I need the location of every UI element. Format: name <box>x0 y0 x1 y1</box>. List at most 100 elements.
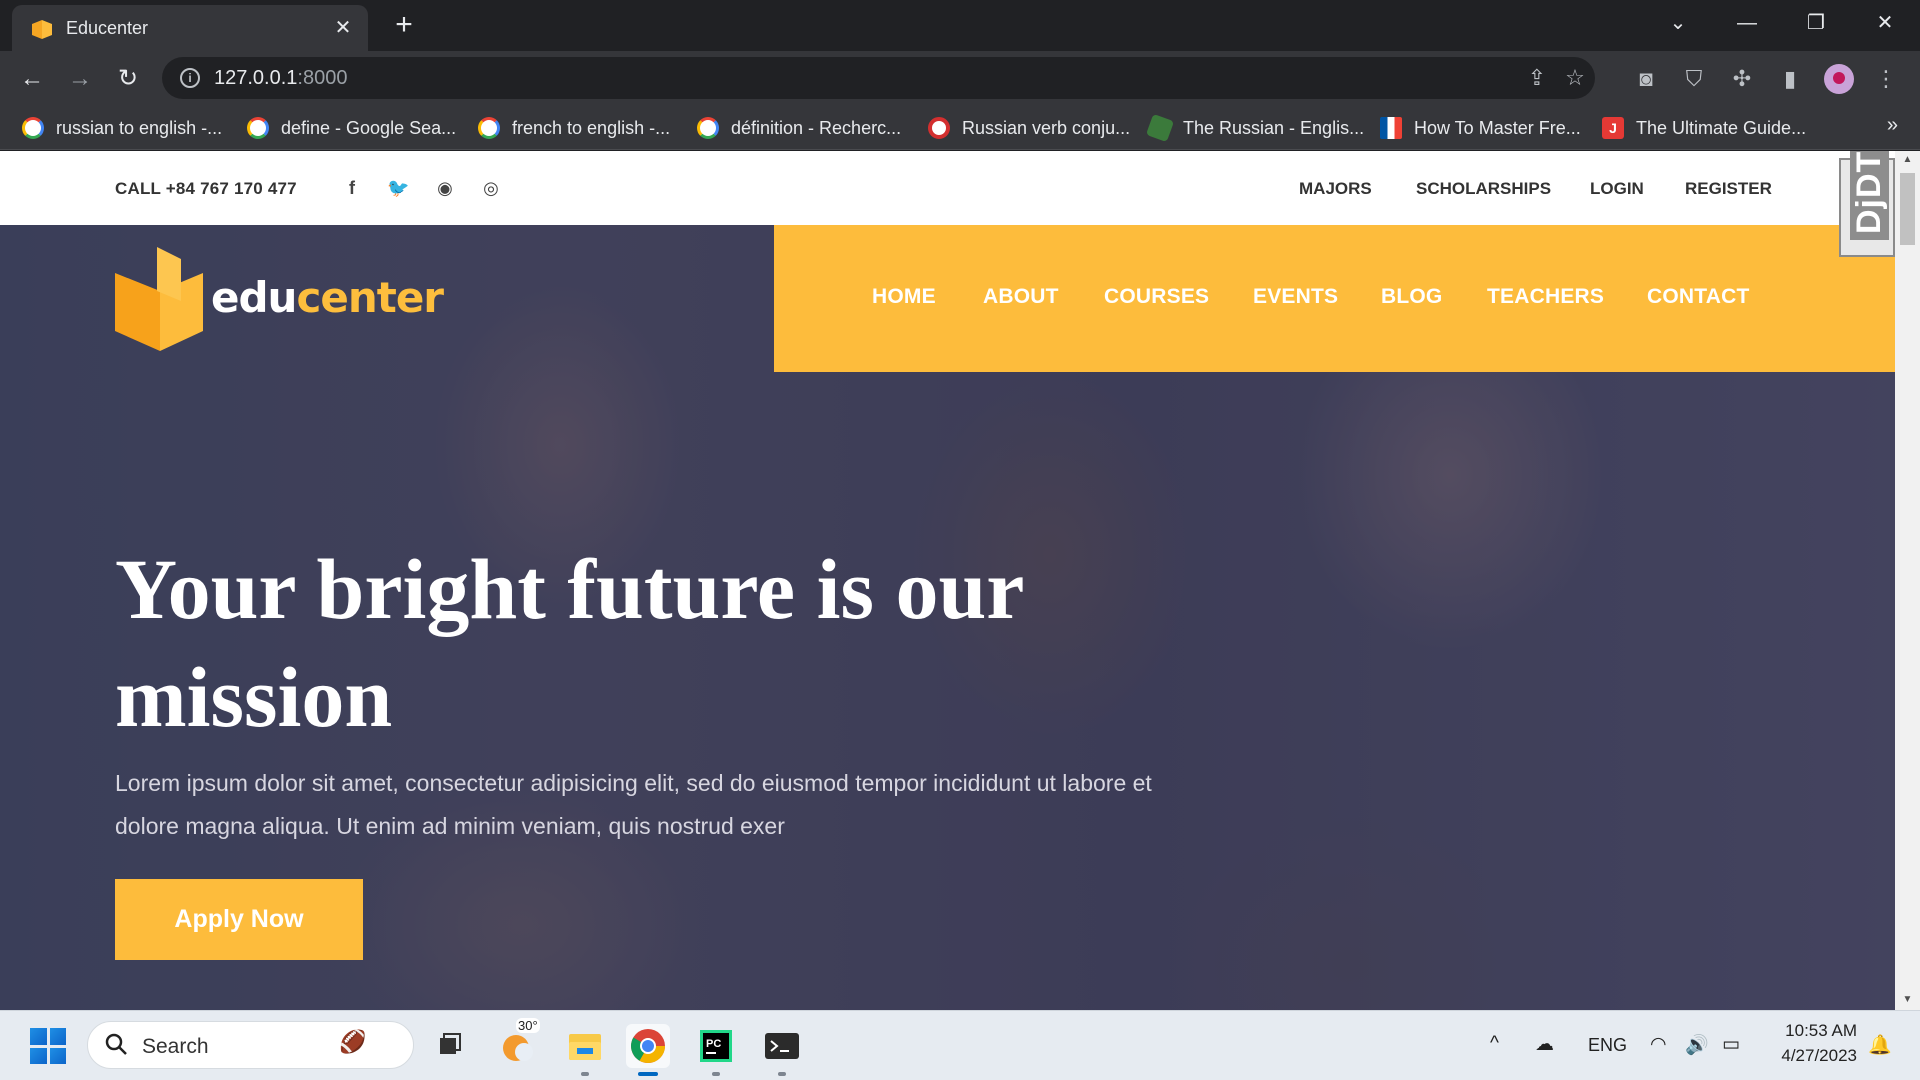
logo-box-icon <box>115 247 203 351</box>
site-logo[interactable]: educenter <box>115 247 444 357</box>
nav-blog[interactable]: BLOG <box>1381 285 1442 309</box>
chrome-taskbar-icon[interactable] <box>626 1024 670 1076</box>
bookmark-item[interactable]: The Russian - Englis... <box>1145 113 1364 143</box>
google-icon <box>247 117 269 139</box>
url-text[interactable]: 127.0.0.1:8000 <box>214 67 347 90</box>
nav-events[interactable]: EVENTS <box>1253 285 1338 309</box>
task-view-icon[interactable] <box>428 1024 472 1068</box>
bookmark-label: define - Google Sea... <box>281 117 457 138</box>
svg-text:PC: PC <box>706 1038 721 1050</box>
bookmark-item[interactable]: define - Google Sea... <box>247 114 456 142</box>
onedrive-cloud-icon[interactable]: ☁ <box>1535 1033 1554 1056</box>
browser-toolbar: ← → ↻ i 127.0.0.1:8000 ⇪ ☆ ◙ ⛉ ✣ ▮ ⋮ <box>0 51 1920 105</box>
bookmarks-overflow-icon[interactable]: » <box>1887 114 1898 137</box>
search-icon <box>105 1033 127 1055</box>
minimize-icon[interactable]: — <box>1724 6 1770 40</box>
topbar-link-login[interactable]: LOGIN <box>1590 179 1644 199</box>
hero-title: Your bright future is our mission <box>115 541 1023 745</box>
apply-now-button[interactable]: Apply Now <box>115 879 363 960</box>
windows-start-icon[interactable] <box>30 1028 66 1064</box>
forward-icon[interactable]: → <box>64 63 96 95</box>
restore-icon[interactable]: ❐ <box>1793 6 1839 40</box>
pycharm-icon[interactable]: PC <box>694 1024 738 1076</box>
extensions-puzzle-icon[interactable]: ✣ <box>1728 65 1756 93</box>
reload-icon[interactable]: ↻ <box>112 63 144 95</box>
clock-time[interactable]: 10:53 AM <box>1777 1021 1857 1041</box>
bookmark-star-icon[interactable]: ☆ <box>1562 65 1588 91</box>
bookmark-item[interactable]: Russian verb conju... <box>928 114 1130 142</box>
running-indicator <box>581 1072 589 1076</box>
main-navigation: HOME ABOUT COURSES EVENTS BLOG TEACHERS … <box>774 225 1895 372</box>
profile-avatar[interactable] <box>1824 64 1854 94</box>
site-topbar: CALL +84 767 170 477 f 🐦 ◉ ◎ MAJORS SCHO… <box>0 151 1895 225</box>
battery-icon[interactable]: ▭ <box>1722 1033 1740 1056</box>
nav-home[interactable]: HOME <box>872 285 936 309</box>
scroll-down-icon[interactable]: ▼ <box>1900 993 1915 1007</box>
volume-icon[interactable]: 🔊 <box>1685 1033 1709 1057</box>
side-panel-icon[interactable]: ▮ <box>1776 65 1804 93</box>
share-icon[interactable]: ⇪ <box>1524 65 1550 91</box>
taskbar-search[interactable]: Search 🏈 <box>87 1021 414 1069</box>
nav-teachers[interactable]: TEACHERS <box>1487 285 1604 309</box>
terminal-icon[interactable] <box>760 1024 804 1076</box>
bookmark-label: french to english -... <box>512 117 671 138</box>
camera-extension-icon[interactable]: ◙ <box>1632 65 1660 93</box>
taskbar: Search 🏈 30° PC ^ ☁ ENG ◠ 🔊 ▭ 10:53 AM 4… <box>0 1010 1920 1080</box>
instagram-icon[interactable]: ◎ <box>480 177 502 199</box>
j-icon: J <box>1602 117 1624 139</box>
file-explorer-icon[interactable] <box>563 1024 607 1076</box>
notification-icon[interactable]: 🔔 <box>1868 1033 1892 1057</box>
google-icon <box>478 117 500 139</box>
bookmark-item[interactable]: french to english -... <box>478 114 670 142</box>
scrollbar-thumb[interactable] <box>1900 173 1915 245</box>
nav-about[interactable]: ABOUT <box>983 285 1059 309</box>
running-indicator <box>712 1072 720 1076</box>
twitter-icon[interactable]: 🐦 <box>387 177 409 199</box>
language-indicator[interactable]: ENG <box>1588 1035 1627 1056</box>
bookmark-label: Russian verb conju... <box>962 117 1131 138</box>
window-close-icon[interactable]: ✕ <box>1862 6 1908 40</box>
google-icon <box>22 117 44 139</box>
address-bar[interactable]: i 127.0.0.1:8000 ⇪ ☆ <box>162 57 1595 99</box>
logo-wordmark: educenter <box>211 273 444 322</box>
wifi-icon[interactable]: ◠ <box>1650 1033 1667 1056</box>
nav-contact[interactable]: CONTACT <box>1647 285 1750 309</box>
menu-kebab-icon[interactable]: ⋮ <box>1872 65 1900 93</box>
site-info-icon[interactable]: i <box>180 68 200 88</box>
facebook-icon[interactable]: f <box>341 177 363 199</box>
tab-search-icon[interactable]: ⌄ <box>1655 6 1701 40</box>
bookmark-label: The Ultimate Guide... <box>1636 117 1807 138</box>
browser-tab[interactable]: Educenter ✕ <box>12 5 368 51</box>
search-label: Search <box>142 1035 209 1058</box>
django-debug-toolbar-handle[interactable]: DjDT <box>1839 151 1895 257</box>
page-viewport: CALL +84 767 170 477 f 🐦 ◉ ◎ MAJORS SCHO… <box>0 151 1920 1010</box>
back-icon[interactable]: ← <box>16 63 48 95</box>
bookmark-item[interactable]: russian to english -... <box>22 114 222 142</box>
scroll-up-icon[interactable]: ▲ <box>1900 153 1915 167</box>
clock-date[interactable]: 4/27/2023 <box>1757 1046 1857 1066</box>
bookmark-label: définition - Recherc... <box>731 117 902 138</box>
topbar-link-majors[interactable]: MAJORS <box>1299 179 1372 199</box>
shield-extension-icon[interactable]: ⛉ <box>1680 65 1708 93</box>
bookmark-item[interactable]: définition - Recherc... <box>697 114 901 142</box>
hero-section: educenter HOME ABOUT COURSES EVENTS BLOG… <box>0 225 1895 1010</box>
weather-widget-icon[interactable]: 30° <box>498 1018 542 1068</box>
bookmark-item[interactable]: J The Ultimate Guide... <box>1602 114 1806 142</box>
russian-dictionary-icon <box>1145 113 1175 143</box>
topbar-link-scholarships[interactable]: SCHOLARSHIPS <box>1416 179 1551 199</box>
show-hidden-icons-icon[interactable]: ^ <box>1490 1033 1499 1055</box>
hero-subtitle: Lorem ipsum dolor sit amet, consectetur … <box>115 770 1152 839</box>
page-scrollbar[interactable]: ▲ ▼ <box>1895 151 1920 1010</box>
new-tab-button[interactable]: + <box>388 10 420 42</box>
google-icon <box>697 117 719 139</box>
github-icon[interactable]: ◉ <box>434 177 456 199</box>
bookmark-item[interactable]: How To Master Fre... <box>1380 114 1581 142</box>
nav-courses[interactable]: COURSES <box>1104 285 1209 309</box>
bookmark-label: russian to english -... <box>56 117 223 138</box>
reverso-icon <box>928 117 950 139</box>
running-indicator <box>778 1072 786 1076</box>
educenter-favicon-icon <box>32 20 52 39</box>
weather-temp: 30° <box>516 1018 540 1033</box>
topbar-link-register[interactable]: REGISTER <box>1685 179 1772 199</box>
tab-close-icon[interactable]: ✕ <box>330 15 356 41</box>
